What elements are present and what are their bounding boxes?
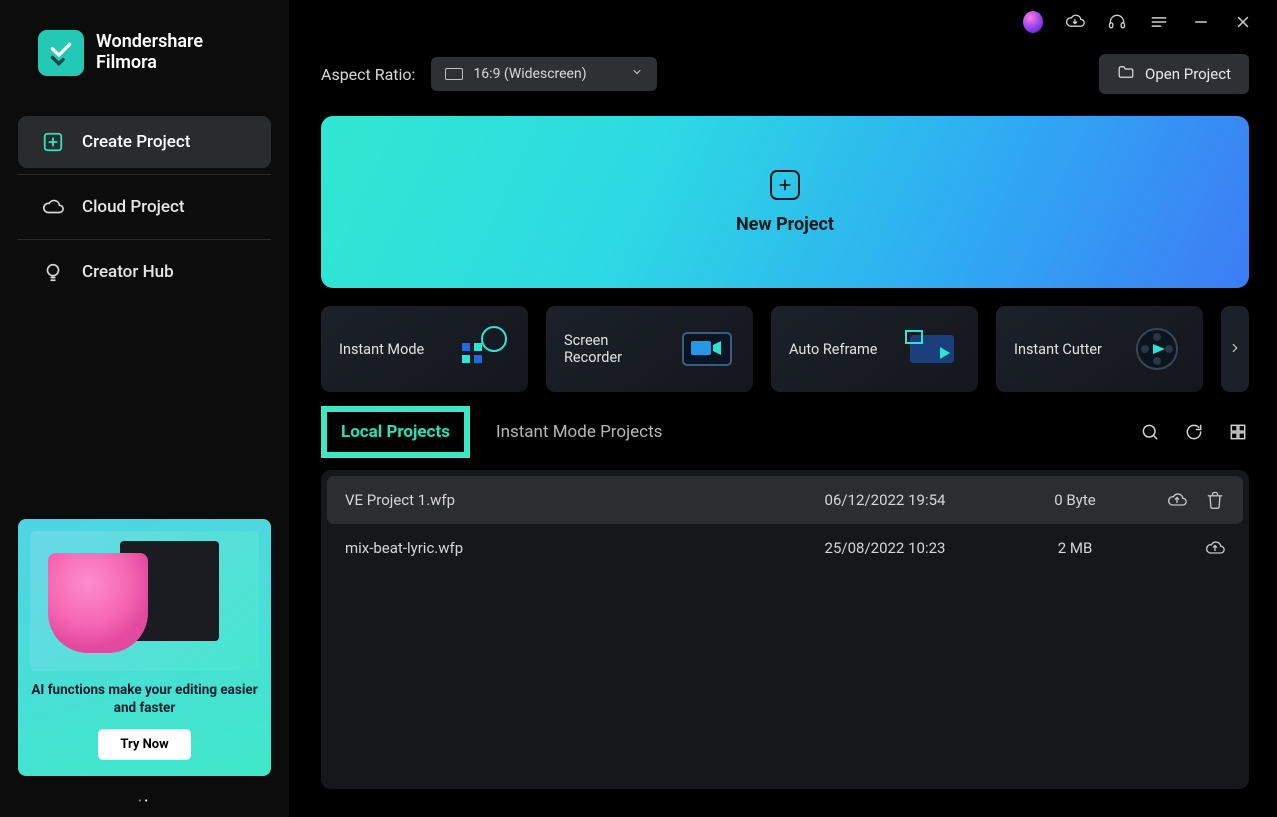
folder-icon (1117, 63, 1135, 85)
separator (18, 239, 271, 240)
cloud-upload-icon[interactable] (1205, 538, 1225, 558)
chevron-right-icon (1228, 340, 1242, 359)
cloud-download-icon[interactable] (1065, 12, 1085, 32)
search-icon[interactable] (1139, 421, 1161, 443)
aspect-ratio-select[interactable]: 16:9 (Widescreen) (431, 57, 657, 91)
tab-local-projects[interactable]: Local Projects (321, 406, 470, 458)
carousel-dots[interactable]: •• (18, 796, 271, 807)
tabs-row: Local Projects Instant Mode Projects (321, 406, 1249, 458)
project-row[interactable]: VE Project 1.wfp 06/12/2022 19:54 0 Byte (327, 476, 1243, 524)
tabs-actions (1139, 421, 1249, 443)
promo-card[interactable]: AI functions make your editing easier an… (18, 519, 271, 776)
mode-label: Screen Recorder (564, 332, 669, 366)
brand-line1: Wondershare (96, 32, 203, 53)
main-area: Aspect Ratio: 16:9 (Widescreen) Open Pro… (293, 0, 1277, 817)
project-row[interactable]: mix-beat-lyric.wfp 25/08/2022 10:23 2 MB (327, 524, 1243, 572)
mode-instant[interactable]: Instant Mode (321, 306, 528, 392)
reframe-icon (904, 323, 960, 375)
aspect-ratio-label: Aspect Ratio: (321, 65, 415, 84)
grid-view-icon[interactable] (1227, 421, 1249, 443)
trash-icon[interactable] (1205, 490, 1225, 510)
cloud-upload-icon[interactable] (1167, 490, 1187, 510)
promo-text: AI functions make your editing easier an… (30, 681, 259, 717)
sidebar-item-cloud-project[interactable]: Cloud Project (18, 181, 271, 233)
sidebar: Wondershare Filmora Create Project Cloud… (0, 0, 293, 817)
mode-screen-recorder[interactable]: Screen Recorder (546, 306, 753, 392)
plus-square-icon (42, 131, 64, 153)
film-grid-icon (454, 323, 510, 375)
project-actions (1167, 490, 1225, 510)
tab-instant-mode-projects[interactable]: Instant Mode Projects (484, 412, 674, 452)
app-title: Wondershare Filmora (96, 32, 203, 73)
project-date: 25/08/2022 10:23 (765, 539, 1005, 557)
modes-row: Instant Mode Screen Recorder Auto Refram… (321, 306, 1249, 392)
project-size: 2 MB (1005, 539, 1145, 557)
sidebar-item-label: Create Project (82, 132, 190, 152)
logo-icon (38, 30, 84, 76)
aspect-ratio-value: 16:9 (Widescreen) (473, 66, 586, 82)
sidebar-item-label: Cloud Project (82, 197, 185, 217)
sidebar-item-creator-hub[interactable]: Creator Hub (18, 246, 271, 298)
open-project-label: Open Project (1145, 65, 1231, 83)
project-size: 0 Byte (1005, 491, 1145, 509)
avatar-icon[interactable] (1023, 12, 1043, 32)
project-name: VE Project 1.wfp (345, 491, 765, 509)
camera-screen-icon (679, 323, 735, 375)
app-logo: Wondershare Filmora (18, 0, 271, 116)
mode-label: Auto Reframe (789, 341, 877, 358)
mode-label: Instant Cutter (1014, 341, 1102, 358)
project-name: mix-beat-lyric.wfp (345, 539, 765, 557)
project-date: 06/12/2022 19:54 (765, 491, 1005, 509)
sidebar-item-create-project[interactable]: Create Project (18, 116, 271, 168)
modes-next-button[interactable] (1221, 306, 1249, 392)
mode-label: Instant Mode (339, 341, 424, 358)
project-actions (1205, 538, 1225, 558)
new-project-label: New Project (736, 214, 834, 235)
cloud-icon (42, 196, 64, 218)
refresh-icon[interactable] (1183, 421, 1205, 443)
top-row: Aspect Ratio: 16:9 (Widescreen) Open Pro… (321, 54, 1249, 94)
plus-icon (770, 170, 800, 200)
menu-icon[interactable] (1149, 12, 1169, 32)
chevron-down-icon (631, 66, 643, 82)
separator (18, 174, 271, 175)
close-icon[interactable] (1233, 12, 1253, 32)
headset-icon[interactable] (1107, 12, 1127, 32)
widescreen-icon (445, 68, 463, 80)
project-list: VE Project 1.wfp 06/12/2022 19:54 0 Byte… (321, 470, 1249, 789)
film-reel-icon (1129, 323, 1185, 375)
promo-try-now-button[interactable]: Try Now (98, 729, 190, 760)
mode-auto-reframe[interactable]: Auto Reframe (771, 306, 978, 392)
promo-image (30, 531, 259, 671)
new-project-button[interactable]: New Project (321, 116, 1249, 288)
sidebar-item-label: Creator Hub (82, 262, 174, 282)
open-project-button[interactable]: Open Project (1099, 54, 1249, 94)
brand-line2: Filmora (96, 53, 203, 74)
mode-instant-cutter[interactable]: Instant Cutter (996, 306, 1203, 392)
content: Aspect Ratio: 16:9 (Widescreen) Open Pro… (293, 44, 1277, 817)
titlebar (293, 0, 1277, 44)
bulb-icon (42, 261, 64, 283)
minimize-icon[interactable] (1191, 12, 1211, 32)
